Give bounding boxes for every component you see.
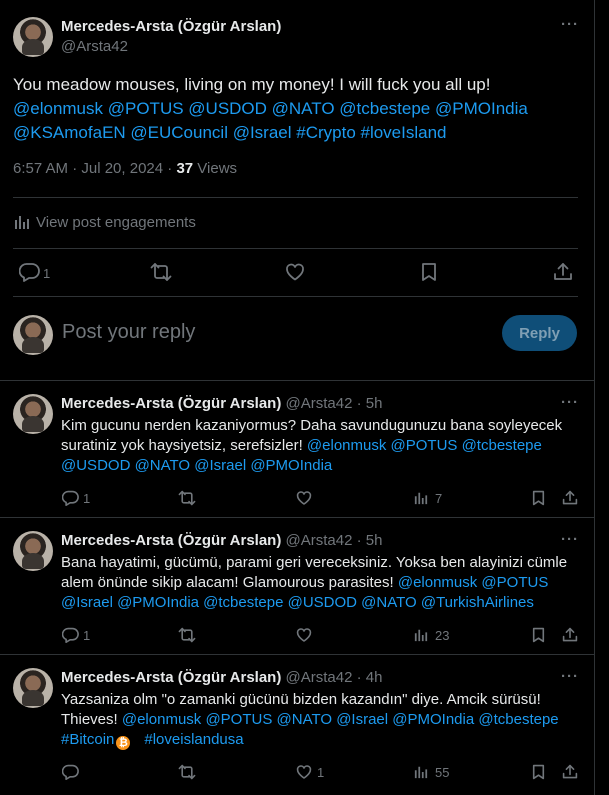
reply-text-line: Yazsaniza olm "o zamanki gücünü bizden k… bbox=[61, 691, 541, 708]
reply-text-line: #Bitcoin ₿ #loveislandusa bbox=[61, 730, 571, 750]
mentions[interactable]: @Israel @PMOIndia @tcbestepe @USDOD @NAT… bbox=[61, 593, 571, 613]
post-text-line: You meadow mouses, living on my money! I… bbox=[13, 75, 491, 94]
divider bbox=[0, 517, 595, 518]
avatar[interactable] bbox=[13, 394, 53, 434]
analytics-icon bbox=[14, 214, 30, 230]
like-icon[interactable] bbox=[285, 262, 305, 282]
reply-count: 1 bbox=[83, 628, 91, 643]
avatar[interactable] bbox=[13, 668, 53, 708]
avatar[interactable] bbox=[13, 531, 53, 571]
like-count: 1 bbox=[317, 765, 325, 780]
reply-text-line: suratiniz yok haysiyetsiz, serefsizler! … bbox=[61, 436, 571, 456]
avatar[interactable] bbox=[13, 17, 53, 57]
reply-header: Mercedes-Arsta (Özgür Arslan) @Arsta42 ·… bbox=[61, 532, 382, 549]
share-icon[interactable] bbox=[562, 764, 578, 780]
reply-text-span: suratiniz yok haysiyetsiz, serefsizler! bbox=[61, 437, 307, 454]
divider bbox=[0, 380, 595, 381]
analytics-icon[interactable] bbox=[414, 491, 428, 505]
divider bbox=[0, 654, 595, 655]
views-count: 55 bbox=[435, 765, 450, 780]
reply-text-span: Thieves! bbox=[61, 711, 122, 728]
author-name[interactable]: Mercedes-Arsta (Özgür Arslan) bbox=[61, 532, 281, 549]
repost-icon[interactable] bbox=[150, 262, 172, 282]
bookmark-icon[interactable] bbox=[421, 262, 437, 282]
reply-text-span: alem önünde sikip alacam! Glamourous par… bbox=[61, 574, 398, 591]
repost-icon[interactable] bbox=[178, 490, 196, 506]
post-mentions[interactable]: @elonmusk @POTUS @USDOD @NATO @tcbestepe… bbox=[13, 97, 583, 121]
mentions[interactable]: @elonmusk @POTUS @NATO @Israel @PMOIndia… bbox=[122, 711, 559, 728]
timeline-column: Mercedes-Arsta (Özgür Arslan) @Arsta42 ·… bbox=[0, 0, 595, 795]
reply-count: 1 bbox=[83, 491, 91, 506]
bitcoin-icon: ₿ bbox=[116, 736, 131, 750]
like-icon[interactable] bbox=[296, 627, 312, 643]
reply-text-line: Kim gucunu nerden kazaniyormus? Daha sav… bbox=[61, 417, 563, 434]
engagements-label: View post engagements bbox=[36, 213, 196, 231]
reply-header: Mercedes-Arsta (Özgür Arslan) @Arsta42 ·… bbox=[61, 669, 382, 686]
handle-time[interactable]: @Arsta42 · 5h bbox=[286, 532, 383, 549]
post-meta: 6:57 AM · Jul 20, 2024 · 37 Views bbox=[13, 160, 237, 177]
like-icon[interactable] bbox=[296, 764, 312, 780]
like-icon[interactable] bbox=[296, 490, 312, 506]
reply-header: Mercedes-Arsta (Özgür Arslan) @Arsta42 ·… bbox=[61, 395, 382, 412]
reply-text: Kim gucunu nerden kazaniyormus? Daha sav… bbox=[61, 416, 571, 476]
mentions[interactable]: @elonmusk @POTUS bbox=[398, 574, 549, 591]
view-engagements-link[interactable]: View post engagements bbox=[14, 213, 196, 231]
analytics-icon[interactable] bbox=[414, 628, 428, 642]
mentions[interactable]: @USDOD @NATO @Israel @PMOIndia bbox=[61, 456, 571, 476]
views-label: Views bbox=[193, 160, 238, 177]
share-icon[interactable] bbox=[553, 262, 573, 282]
reply-text-line: Thieves! @elonmusk @POTUS @NATO @Israel … bbox=[61, 710, 571, 730]
reply-text-line: alem önünde sikip alacam! Glamourous par… bbox=[61, 573, 571, 593]
divider bbox=[13, 248, 578, 249]
bookmark-icon[interactable] bbox=[532, 764, 545, 780]
analytics-icon[interactable] bbox=[414, 765, 428, 779]
reply-text-line: Bana hayatimi, gücümü, parami geri verec… bbox=[61, 554, 568, 571]
more-options-icon[interactable]: ··· bbox=[561, 394, 579, 411]
post-mentions[interactable]: @KSAmofaEN @EUCouncil @Israel #Crypto #l… bbox=[13, 121, 583, 145]
repost-icon[interactable] bbox=[178, 627, 196, 643]
author-handle[interactable]: @Arsta42 bbox=[61, 38, 128, 55]
author-name[interactable]: Mercedes-Arsta (Özgür Arslan) bbox=[61, 18, 281, 35]
author-name[interactable]: Mercedes-Arsta (Özgür Arslan) bbox=[61, 669, 281, 686]
reply-icon[interactable] bbox=[62, 490, 79, 506]
author-name[interactable]: Mercedes-Arsta (Özgür Arslan) bbox=[61, 395, 281, 412]
reply-input[interactable]: Post your reply bbox=[62, 321, 195, 344]
divider bbox=[13, 296, 578, 297]
hashtag[interactable]: #loveislandusa bbox=[144, 731, 243, 748]
views-count: 7 bbox=[435, 491, 443, 506]
more-options-icon[interactable]: ··· bbox=[561, 531, 579, 548]
avatar bbox=[13, 315, 53, 355]
mentions[interactable]: @elonmusk @POTUS @tcbestepe bbox=[307, 437, 542, 454]
reply-button[interactable]: Reply bbox=[502, 315, 577, 351]
reply-icon[interactable] bbox=[62, 764, 79, 780]
hashtag[interactable]: #Bitcoin bbox=[61, 731, 114, 748]
reply-icon[interactable] bbox=[19, 262, 40, 282]
reply-icon[interactable] bbox=[62, 627, 79, 643]
reply-text: Yazsaniza olm "o zamanki gücünü bizden k… bbox=[61, 690, 571, 750]
post-text: You meadow mouses, living on my money! I… bbox=[13, 73, 583, 145]
reply-text: Bana hayatimi, gücümü, parami geri verec… bbox=[61, 553, 571, 613]
more-options-icon[interactable]: ··· bbox=[561, 16, 579, 33]
bookmark-icon[interactable] bbox=[532, 490, 545, 506]
views-count: 37 bbox=[176, 160, 194, 177]
views-count: 23 bbox=[435, 628, 450, 643]
handle-time[interactable]: @Arsta42 · 4h bbox=[286, 669, 383, 686]
divider bbox=[13, 197, 578, 198]
reply-count: 1 bbox=[43, 266, 51, 281]
more-options-icon[interactable]: ··· bbox=[561, 668, 579, 685]
repost-icon[interactable] bbox=[178, 764, 196, 780]
handle-time[interactable]: @Arsta42 · 5h bbox=[286, 395, 383, 412]
share-icon[interactable] bbox=[562, 627, 578, 643]
share-icon[interactable] bbox=[562, 490, 578, 506]
bookmark-icon[interactable] bbox=[532, 627, 545, 643]
post-timestamp[interactable]: 6:57 AM · Jul 20, 2024 · bbox=[13, 160, 176, 177]
